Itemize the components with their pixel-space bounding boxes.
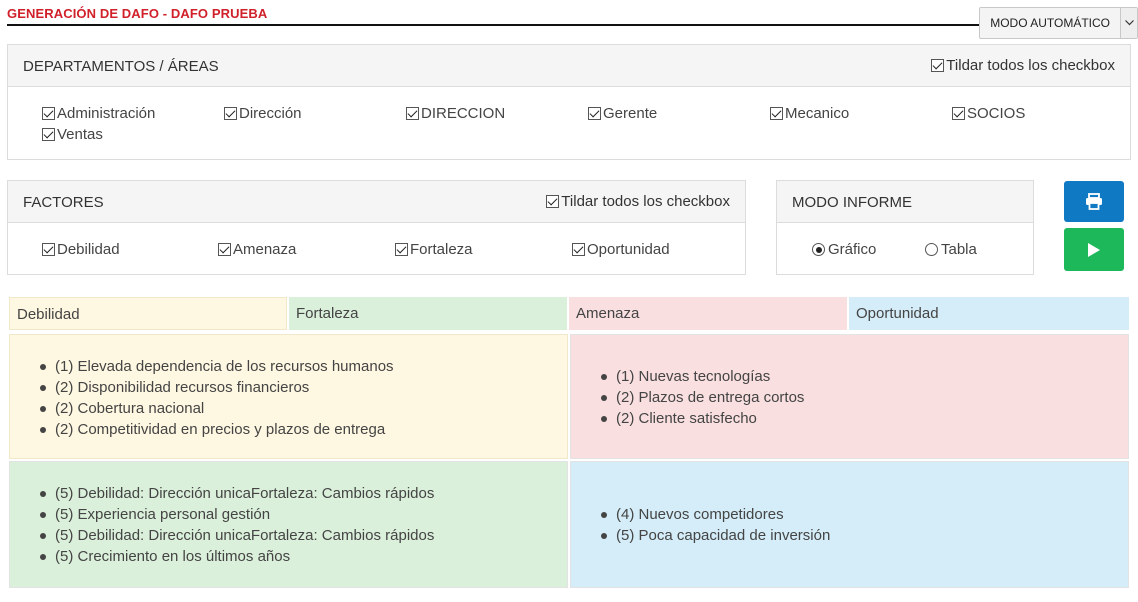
factor-checkbox-amenaza[interactable]: Amenaza (218, 241, 296, 258)
matrix-header-oportunidad: Oportunidad (849, 297, 1129, 330)
department-label: Dirección (239, 105, 302, 122)
list-item: (1) Nuevas tecnologías (601, 366, 804, 387)
report-mode-panel: MODO INFORME Gráfico Tabla (776, 180, 1034, 275)
checkbox-checked-icon[interactable] (546, 195, 560, 208)
factor-label: Fortaleza (410, 241, 473, 258)
report-mode-title: MODO INFORME (792, 194, 912, 211)
department-checkbox-direccion-upper[interactable]: DIRECCION (406, 105, 505, 122)
checkbox-checked-icon[interactable] (572, 243, 585, 256)
factor-label: Oportunidad (587, 241, 670, 258)
departments-title: DEPARTAMENTOS / ÁREAS (23, 58, 219, 75)
department-label: Mecanico (785, 105, 850, 122)
list-item: (2) Cobertura nacional (40, 398, 394, 419)
checkbox-checked-icon[interactable] (224, 107, 237, 120)
radio-selected-icon[interactable] (812, 243, 825, 256)
matrix-header-fortaleza: Fortaleza (289, 297, 567, 330)
departments-panel-header: DEPARTAMENTOS / ÁREAS Tildar todos los c… (8, 45, 1130, 87)
mode-select-value: MODO AUTOMÁTICO (990, 16, 1110, 30)
quadrant-oportunidad: (4) Nuevos competidores (5) Poca capacid… (570, 461, 1129, 588)
list-item: (2) Disponibilidad recursos financieros (40, 377, 394, 398)
checkbox-checked-icon[interactable] (42, 128, 55, 141)
checkbox-checked-icon[interactable] (931, 59, 945, 72)
factor-label: Amenaza (233, 241, 297, 258)
report-mode-radio-grafico[interactable]: Gráfico (812, 241, 876, 258)
departments-check-all-label: Tildar todos los checkbox (946, 57, 1115, 74)
list-item: (5) Debilidad: Dirección unicaFortaleza:… (40, 483, 434, 504)
factors-title: FACTORES (23, 194, 104, 211)
generate-button[interactable] (1064, 228, 1124, 271)
checkbox-checked-icon[interactable] (395, 243, 408, 256)
amenaza-list: (1) Nuevas tecnologías (2) Plazos de ent… (601, 366, 804, 429)
checkbox-checked-icon[interactable] (42, 243, 55, 256)
debilidad-list: (1) Elevada dependencia de los recursos … (40, 356, 394, 440)
factor-checkbox-oportunidad[interactable]: Oportunidad (572, 241, 670, 258)
department-checkbox-direccion[interactable]: Dirección (224, 105, 302, 122)
department-checkbox-gerente[interactable]: Gerente (588, 105, 657, 122)
checkbox-checked-icon[interactable] (588, 107, 601, 120)
page-header: GENERACIÓN DE DAFO - DAFO PRUEBA MODO AU… (7, 0, 1138, 39)
report-mode-option-label: Gráfico (828, 241, 877, 258)
list-item: (1) Elevada dependencia de los recursos … (40, 356, 394, 377)
list-item: (5) Experiencia personal gestión (40, 504, 434, 525)
factors-panel: FACTORES Tildar todos los checkbox Debil… (7, 180, 746, 275)
oportunidad-list: (4) Nuevos competidores (5) Poca capacid… (601, 504, 830, 546)
list-item: (2) Competitividad en precios y plazos d… (40, 419, 394, 440)
factors-panel-header: FACTORES Tildar todos los checkbox (8, 181, 745, 223)
list-item: (2) Plazos de entrega cortos (601, 387, 804, 408)
checkbox-checked-icon[interactable] (406, 107, 419, 120)
page-title: GENERACIÓN DE DAFO - DAFO PRUEBA (7, 6, 268, 21)
matrix-header-amenaza: Amenaza (569, 297, 847, 330)
department-checkbox-administracion[interactable]: Administración (42, 105, 155, 122)
departments-panel: DEPARTAMENTOS / ÁREAS Tildar todos los c… (7, 44, 1131, 160)
radio-unselected-icon[interactable] (925, 243, 938, 256)
department-checkbox-socios[interactable]: SOCIOS (952, 105, 1025, 122)
department-label: Gerente (603, 105, 658, 122)
checkbox-checked-icon[interactable] (770, 107, 783, 120)
checkbox-checked-icon[interactable] (218, 243, 231, 256)
list-item: (4) Nuevos competidores (601, 504, 830, 525)
print-button[interactable] (1064, 181, 1124, 222)
printer-icon (1086, 193, 1102, 210)
list-item: (5) Poca capacidad de inversión (601, 525, 830, 546)
list-item: (5) Debilidad: Dirección unicaFortaleza:… (40, 525, 434, 546)
report-mode-option-label: Tabla (941, 241, 977, 258)
fortaleza-list: (5) Debilidad: Dirección unicaFortaleza:… (40, 483, 434, 567)
department-checkbox-mecanico[interactable]: Mecanico (770, 105, 849, 122)
departments-check-all[interactable]: Tildar todos los checkbox (931, 57, 1115, 74)
list-item: (5) Crecimiento en los últimos años (40, 546, 434, 567)
report-mode-panel-header: MODO INFORME (777, 181, 1033, 223)
department-label: Ventas (57, 126, 103, 143)
factors-check-all[interactable]: Tildar todos los checkbox (546, 193, 730, 210)
factor-label: Debilidad (57, 241, 120, 258)
report-mode-radio-tabla[interactable]: Tabla (925, 241, 977, 258)
factors-check-all-label: Tildar todos los checkbox (561, 193, 730, 210)
department-label: SOCIOS (967, 105, 1026, 122)
checkbox-checked-icon[interactable] (952, 107, 965, 120)
department-label: DIRECCION (421, 105, 506, 122)
department-checkbox-ventas[interactable]: Ventas (42, 126, 103, 143)
chevron-down-icon[interactable] (1120, 8, 1137, 38)
quadrant-fortaleza: (5) Debilidad: Dirección unicaFortaleza:… (9, 461, 568, 588)
factor-checkbox-fortaleza[interactable]: Fortaleza (395, 241, 473, 258)
factor-checkbox-debilidad[interactable]: Debilidad (42, 241, 120, 258)
matrix-header-debilidad: Debilidad (9, 297, 287, 330)
quadrant-debilidad: (1) Elevada dependencia de los recursos … (9, 334, 568, 459)
checkbox-checked-icon[interactable] (42, 107, 55, 120)
mode-select[interactable]: MODO AUTOMÁTICO (979, 7, 1138, 39)
department-label: Administración (57, 105, 156, 122)
play-icon (1088, 242, 1100, 257)
list-item: (2) Cliente satisfecho (601, 408, 804, 429)
quadrant-amenaza: (1) Nuevas tecnologías (2) Plazos de ent… (570, 334, 1129, 459)
